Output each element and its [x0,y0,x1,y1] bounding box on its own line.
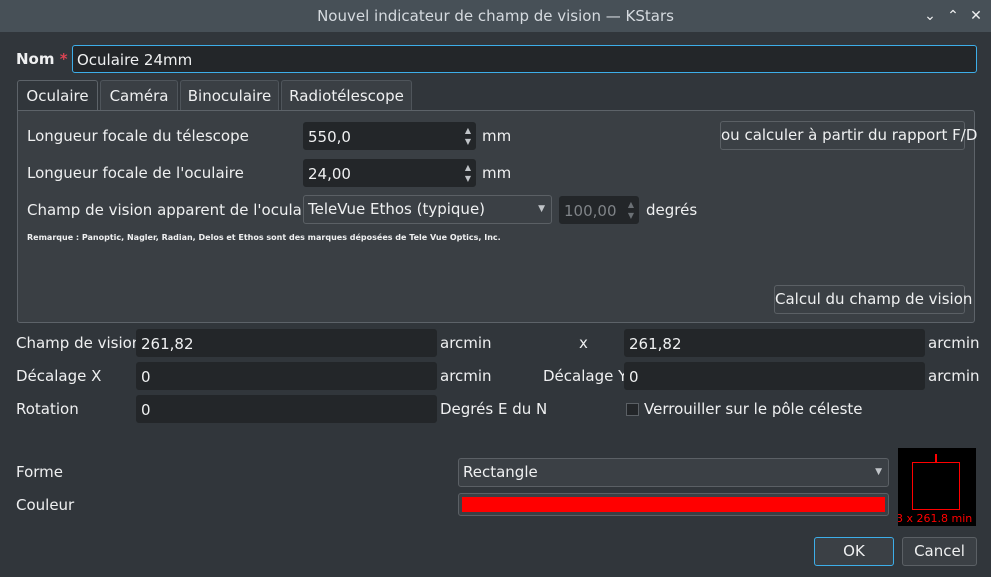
required-mark: * [59,50,68,68]
fov-height-input[interactable]: 261,82 [624,329,925,357]
lock-pole-checkbox[interactable] [626,403,639,416]
shape-label: Forme [16,463,64,481]
lock-pole-label[interactable]: Verrouiller sur le pôle céleste [644,399,863,419]
fov-width-input[interactable]: 261,82 [136,329,437,357]
tab-binoculaire[interactable]: Binoculaire [180,80,279,111]
offset-y-label: Décalage Y [543,367,628,385]
window-title: Nouvel indicateur de champ de vision — K… [317,7,674,25]
apparent-fov-select[interactable]: TeleVue Ethos (typique) ▼ [303,195,552,224]
fov-times-label: x [579,334,588,352]
offset-x-unit: arcmin [440,367,492,385]
ok-button[interactable]: OK [814,537,894,566]
name-label: Nom * [16,50,68,68]
spin-arrows-icon[interactable]: ▲ ▼ [463,162,473,184]
eyepiece-focal-spinbox[interactable]: 24,00 ▲ ▼ [303,159,476,187]
telescope-focal-spinbox[interactable]: 550,0 ▲ ▼ [303,122,476,150]
tab-camera[interactable]: Caméra [100,80,178,111]
north-marker-icon [935,454,937,462]
fd-ratio-button[interactable]: ou calculer à partir du rapport F/D [720,121,977,150]
fov-label: Champ de vision [16,334,142,352]
eyepiece-focal-unit: mm [482,164,512,182]
fov-width-unit: arcmin [440,334,492,352]
fov-preview: 3 x 261.8 min [898,448,976,526]
rotation-label: Rotation [16,400,79,418]
rotation-unit: Degrés E du N [440,400,548,418]
color-swatch [462,497,885,512]
compute-fov-button[interactable]: Calcul du champ de vision [774,285,972,314]
telescope-focal-label: Longueur focale du télescope [27,127,249,145]
apparent-fov-spinbox: 100,00 ▲ ▼ [559,196,639,224]
close-icon[interactable]: ✕ [966,6,986,26]
tab-oculaire[interactable]: Oculaire [17,80,98,112]
eyepiece-focal-label: Longueur focale de l'oculaire [27,164,244,182]
offset-y-input[interactable]: 0 [624,362,925,390]
dropdown-arrow-icon: ▼ [875,467,882,477]
telescope-focal-unit: mm [482,127,512,145]
spin-arrows-icon[interactable]: ▲ ▼ [463,125,473,147]
offset-y-unit: arcmin [928,367,980,385]
chevron-down-icon[interactable]: ⌄ [920,6,940,26]
tab-radiotelescope[interactable]: Radiotélescope [281,80,412,111]
offset-x-label: Décalage X [16,367,102,385]
fov-height-unit: arcmin [928,334,980,352]
color-label: Couleur [16,496,75,514]
cancel-button[interactable]: Cancel [902,537,977,566]
fov-preview-rectangle [912,462,960,510]
spin-arrows-icon: ▲ ▼ [627,200,635,220]
offset-x-input[interactable]: 0 [136,362,437,390]
name-input[interactable]: Oculaire 24mm [72,45,977,73]
shape-select[interactable]: Rectangle ▼ [458,458,889,487]
fov-preview-caption: 3 x 261.8 min [898,512,973,525]
rotation-input[interactable]: 0 [136,395,437,423]
color-picker-button[interactable] [458,493,889,516]
chevron-up-icon[interactable]: ⌃ [943,6,963,26]
dropdown-arrow-icon: ▼ [538,204,545,214]
title-bar: Nouvel indicateur de champ de vision — K… [0,0,991,32]
trademark-note: Remarque : Panoptic, Nagler, Radian, Del… [27,233,501,242]
apparent-fov-label: Champ de vision apparent de l'oculaire [27,201,322,219]
apparent-fov-unit: degrés [646,201,698,219]
